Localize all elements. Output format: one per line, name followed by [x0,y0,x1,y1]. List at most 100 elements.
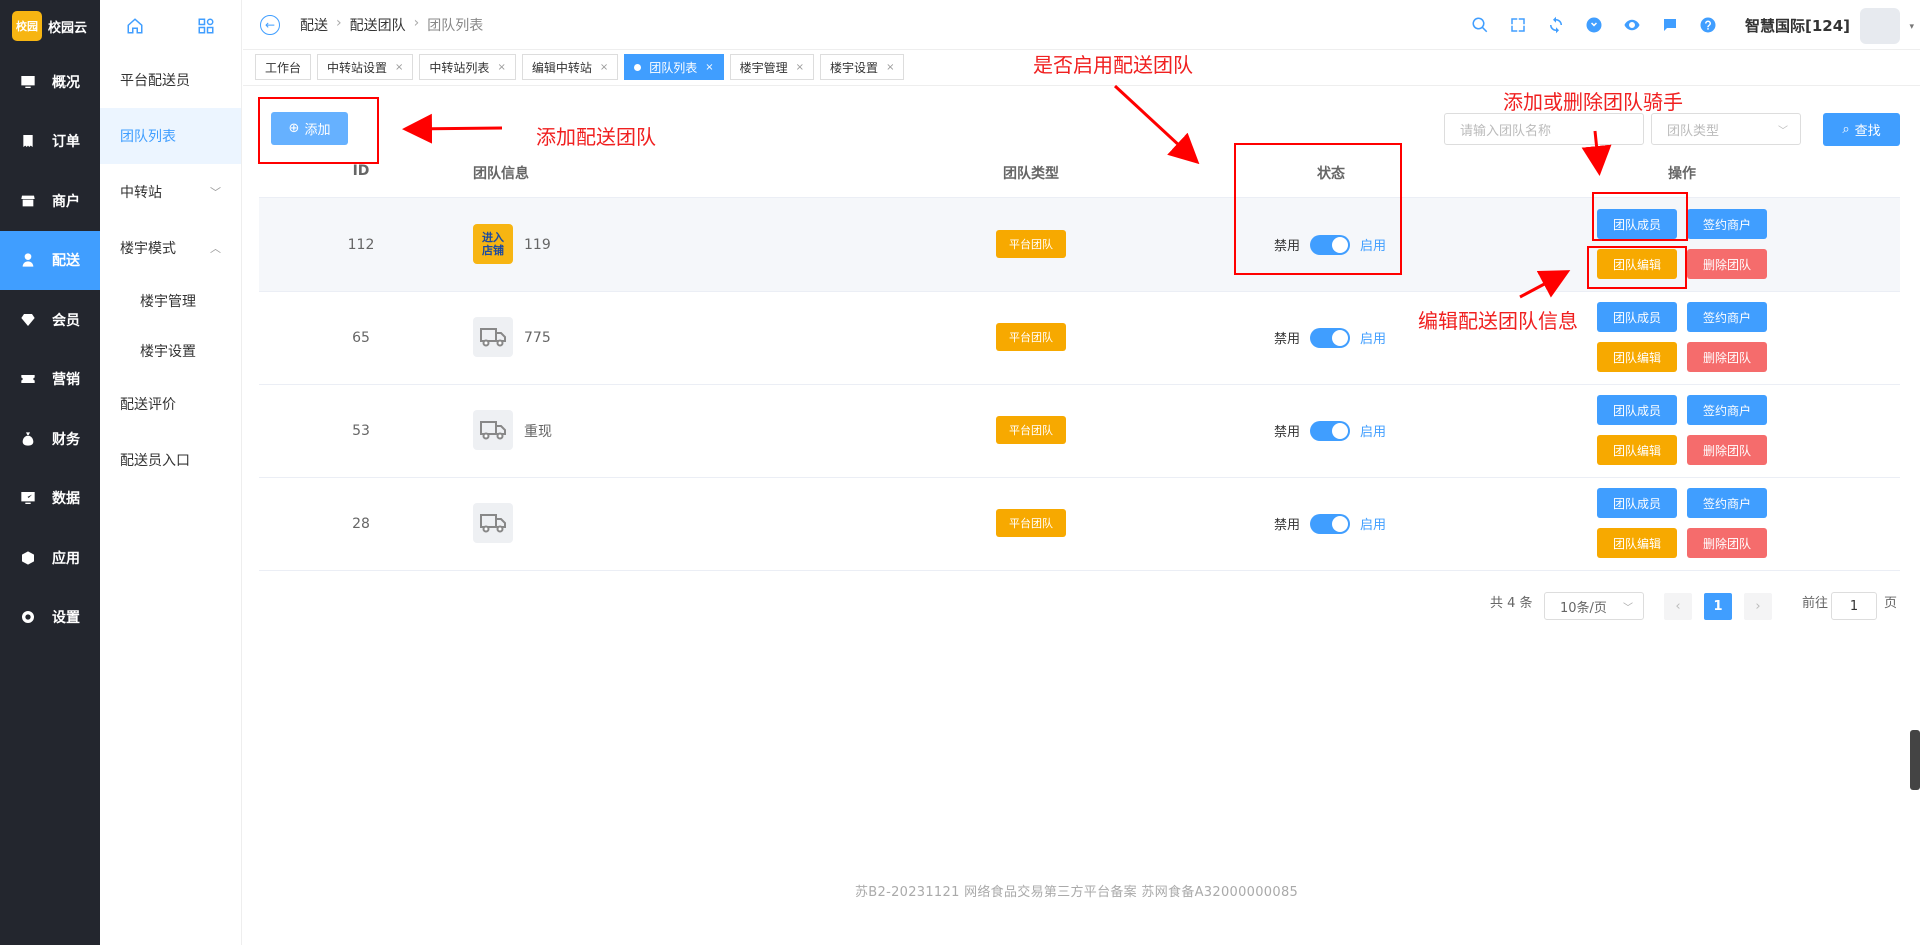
team-members-button[interactable]: 团队成员 [1597,395,1677,425]
chevron-down-icon: ﹀ [1623,602,1633,614]
back-arrow-icon[interactable]: ← [260,14,280,35]
delete-team-button[interactable]: 删除团队 [1687,342,1767,372]
close-icon[interactable]: × [600,62,608,73]
submenu-item-building-settings[interactable]: 楼宇设置 [100,326,241,376]
sidebar-item[interactable]: 订单 [0,112,100,172]
team-name: 775 [524,329,551,346]
sidebar-item-label: 应用 [52,550,80,567]
help-icon[interactable] [1699,16,1717,34]
caret-down-icon[interactable]: ▾ [1909,22,1914,32]
submenu-label: 楼宇管理 [140,294,196,310]
breadcrumb-item[interactable]: 配送 [300,15,328,35]
tab[interactable]: 工作台 [255,54,312,80]
goto-page-input[interactable]: 1 [1831,592,1877,620]
signed-merchants-button[interactable]: 签约商户 [1687,209,1767,239]
submenu-item-building-manage[interactable]: 楼宇管理 [100,276,241,326]
tab[interactable]: 楼宇管理 × [729,54,815,80]
page-size-select[interactable]: 10条/页 ﹀ [1544,592,1644,620]
status-on-label: 启用 [1360,332,1387,347]
sidebar-item[interactable]: 商户 [0,171,100,231]
status-toggle[interactable] [1310,513,1351,534]
sidebar-item[interactable]: 营销 [0,350,100,410]
diamond-icon [21,313,35,326]
grid-settings-icon[interactable] [197,17,215,35]
submenu-item-platform-riders[interactable]: 平台配送员 [100,52,241,108]
sidebar-item-label: 营销 [52,372,80,389]
download-circle-icon[interactable] [1585,16,1603,34]
footer-license: 苏B2-20231121 网络食品交易第三方平台备案 苏网食备A32000000… [855,885,1299,900]
sub-sidebar: 平台配送员 团队列表 中转站 ﹀ 楼宇模式 ︿ 楼宇管理 楼宇设置 配送评价 配送员… [100,0,242,945]
gear-icon [22,611,35,624]
team-type-badge: 平台团队 [996,323,1066,351]
sidebar-item[interactable]: 财务 [0,409,100,469]
team-edit-button[interactable]: 团队编辑 [1597,342,1677,372]
breadcrumb-current: 团队列表 [427,17,484,34]
home-icon[interactable] [126,17,144,35]
submenu-item-team-list[interactable]: 团队列表 [100,108,241,164]
avatar[interactable] [1860,8,1900,44]
store-icon [21,195,35,207]
delete-team-button[interactable]: 删除团队 [1687,249,1767,279]
annotation-text-edit: 编辑配送团队信息 [1418,309,1578,333]
refresh-icon[interactable] [1547,16,1565,34]
chat-icon[interactable] [1661,16,1679,34]
table-row: 53 重现 平台团队 禁用 启用 团队成员 签约商户 团队编辑 删除团队 [259,384,1900,477]
team-name-search-input[interactable]: 请输入团队名称 [1444,113,1644,145]
team-members-button[interactable]: 团队成员 [1597,488,1677,518]
user-name[interactable]: 智慧国际[124] [1745,15,1850,36]
top-header: ← 配送 › 配送团队 › 团队列表 智慧国际[124] ▾ [243,0,1920,50]
tab[interactable]: 编辑中转站 × [521,54,619,80]
delete-team-button[interactable]: 删除团队 [1687,435,1767,465]
team-members-button[interactable]: 团队成员 [1597,302,1677,332]
sidebar-item[interactable]: 数据 [0,469,100,529]
breadcrumb-item[interactable]: 配送团队 [350,15,406,35]
column-header-id: ID [352,163,370,179]
close-icon[interactable]: × [395,62,403,73]
team-edit-button[interactable]: 团队编辑 [1597,435,1677,465]
sidebar-item[interactable]: 概况 [0,52,100,112]
search-icon[interactable] [1471,16,1489,34]
submenu-item-transfer-station[interactable]: 中转站 ﹀ [100,164,241,220]
next-page-button[interactable]: › [1744,593,1772,620]
signed-merchants-button[interactable]: 签约商户 [1687,395,1767,425]
close-icon[interactable]: × [886,62,894,73]
logo[interactable]: 校园 校园云 [0,0,100,52]
main-sidebar: 校园 校园云 概况 订单 商户配送会员营销财务数据应用设置 [0,0,100,945]
tab[interactable]: 中转站设置 × [317,54,414,80]
status-toggle[interactable] [1310,420,1351,441]
close-icon[interactable]: × [705,62,713,73]
submenu-item-rider-entry[interactable]: 配送员入口 [100,432,241,488]
sidebar-item-label: 配送 [52,253,80,270]
submenu-item-building-mode[interactable]: 楼宇模式 ︿ [100,220,241,276]
fullscreen-icon[interactable] [1509,16,1527,34]
signed-merchants-button[interactable]: 签约商户 [1687,302,1767,332]
truck-icon [473,317,513,357]
sidebar-item[interactable]: 会员 [0,290,100,350]
status-on-label: 启用 [1360,425,1387,440]
side-scroll-handle[interactable] [1910,730,1920,790]
close-icon[interactable]: × [796,62,804,73]
tab[interactable]: 楼宇设置 × [820,54,905,80]
tab[interactable]: 团队列表 × [624,54,724,80]
find-button[interactable]: ⌕ 查找 [1823,113,1900,146]
sidebar-item[interactable]: 设置 [0,588,100,648]
team-type-select[interactable]: 团队类型 ﹀ [1651,113,1801,145]
status-toggle[interactable] [1310,327,1351,348]
page-number-button[interactable]: 1 [1704,593,1732,620]
team-edit-button[interactable]: 团队编辑 [1597,528,1677,558]
sidebar-item-label: 财务 [52,431,80,448]
submenu-item-delivery-review[interactable]: 配送评价 [100,376,241,432]
find-label: 查找 [1854,124,1881,139]
sidebar-item[interactable]: 配送 [0,230,100,290]
tab[interactable]: 中转站列表 × [419,54,516,80]
signed-merchants-button[interactable]: 签约商户 [1687,488,1767,518]
delete-team-button[interactable]: 删除团队 [1687,528,1767,558]
annotation-text-add: 添加配送团队 [536,125,656,149]
page-unit-label: 页 [1884,596,1898,611]
status-cell: 禁用 启用 [1274,291,1386,384]
sidebar-item[interactable]: 应用 [0,528,100,588]
delivery-user-icon [22,253,34,267]
prev-page-button[interactable]: ‹ [1664,593,1692,620]
close-icon[interactable]: × [497,62,505,73]
eye-icon[interactable] [1623,16,1641,34]
